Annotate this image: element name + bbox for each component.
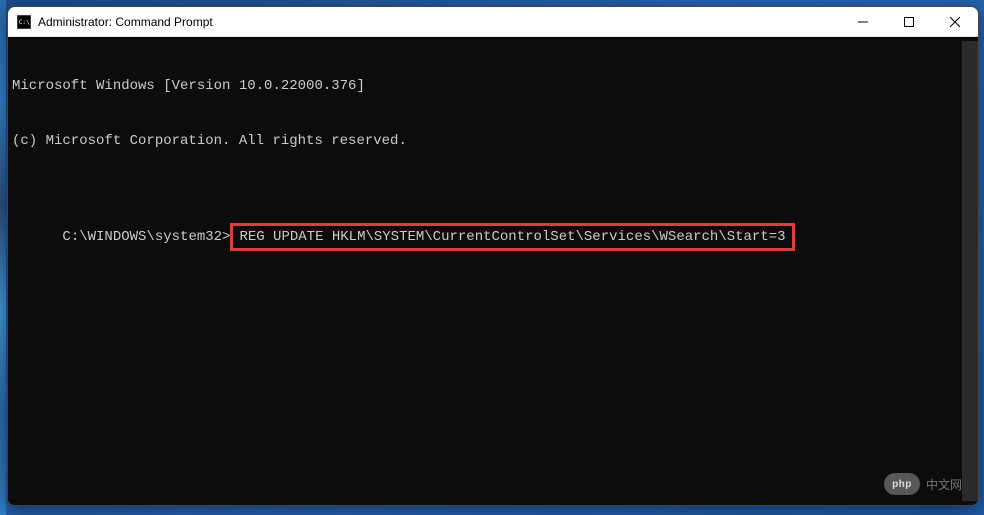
console-content: Microsoft Windows [Version 10.0.22000.37…	[12, 41, 962, 501]
copyright-line: (c) Microsoft Corporation. All rights re…	[12, 132, 962, 150]
close-button[interactable]	[932, 7, 978, 36]
version-line: Microsoft Windows [Version 10.0.22000.37…	[12, 77, 962, 95]
prompt-path: C:\WINDOWS\system32>	[62, 229, 230, 245]
console-area[interactable]: Microsoft Windows [Version 10.0.22000.37…	[8, 37, 978, 505]
minimize-button[interactable]	[840, 7, 886, 36]
desktop-taskbar-edge	[0, 0, 6, 515]
php-logo-icon: php	[884, 473, 920, 495]
window-title: Administrator: Command Prompt	[38, 15, 840, 29]
window-controls	[840, 7, 978, 36]
svg-text:C:\: C:\	[19, 18, 30, 25]
watermark-text: 中文网	[926, 476, 962, 493]
watermark: php 中文网	[884, 473, 962, 495]
blank-line	[12, 187, 962, 205]
command-prompt-window: C:\ Administrator: Command Prompt Micros…	[7, 6, 979, 506]
maximize-button[interactable]	[886, 7, 932, 36]
command-highlight: REG UPDATE HKLM\SYSTEM\CurrentControlSet…	[230, 223, 794, 251]
vertical-scrollbar[interactable]	[962, 41, 978, 501]
titlebar[interactable]: C:\ Administrator: Command Prompt	[8, 7, 978, 37]
cmd-icon: C:\	[16, 14, 32, 30]
